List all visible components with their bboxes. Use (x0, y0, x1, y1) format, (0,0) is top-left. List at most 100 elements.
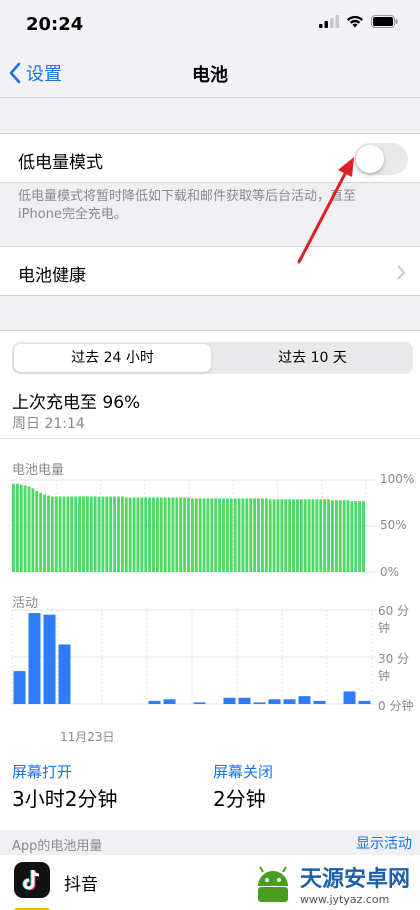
show-activity-button[interactable]: 显示活动 (356, 833, 412, 853)
activity-bar (358, 700, 371, 704)
battery-level-bar (82, 496, 85, 572)
battery-level-bar (214, 498, 218, 572)
wifi-icon (347, 15, 363, 28)
segment-10-days[interactable]: 过去 10 天 (214, 344, 411, 372)
activity-bar (163, 699, 176, 704)
battery-level-bar (144, 497, 148, 572)
battery-level-bar (222, 498, 225, 572)
page-title: 电池 (192, 65, 228, 86)
battery-level-chart (11, 479, 376, 573)
battery-level-bar (163, 497, 167, 572)
battery-level-bar (54, 496, 58, 572)
status-time: 20:24 (26, 14, 84, 35)
battery-level-bar (187, 497, 190, 572)
battery-level-bar (93, 496, 97, 572)
battery-level-bar (31, 488, 35, 572)
battery-level-bar (210, 498, 214, 572)
battery-level-bar (280, 499, 284, 572)
battery-level-bar (323, 499, 327, 572)
battery-level-bar (58, 496, 62, 572)
status-icons (319, 15, 398, 28)
activity-ytick: 0 分钟 (378, 699, 414, 713)
battery-level-bar (27, 486, 31, 572)
battery-health-label: 电池健康 (18, 266, 86, 286)
douyin-icon (14, 862, 50, 898)
battery-level-bar (124, 497, 128, 572)
battery-level-bar (319, 499, 323, 572)
watermark: 天源安卓网 www.jytyaz.com (252, 861, 410, 906)
activity-bar (43, 614, 56, 704)
segment-24-hours[interactable]: 过去 24 小时 (14, 344, 211, 372)
navigation-bar: 设置 电池 (0, 48, 420, 98)
toggle-knob (356, 145, 384, 173)
chevron-right-icon (397, 265, 405, 280)
battery-level-bar (159, 497, 163, 572)
app-name: 抖音 (64, 875, 98, 895)
battery-level-bar (117, 496, 120, 572)
battery-level-bar (62, 496, 66, 572)
battery-level-bar (140, 497, 144, 572)
watermark-url: www.jytyaz.com (299, 893, 390, 906)
battery-level-bar (225, 498, 229, 572)
battery-level-bar (152, 497, 155, 572)
app-battery-usage-header: App的电池用量 (12, 839, 103, 854)
battery-level-bar (167, 497, 171, 572)
activity-ytick: 30 分钟 (378, 652, 410, 683)
battery-level-bar (264, 498, 268, 572)
battery-level-bar (89, 496, 93, 572)
activity-bar (223, 697, 236, 704)
status-bar: 20:24 (0, 0, 420, 48)
activity-date-label: 11月23日 (60, 730, 115, 744)
low-power-mode-toggle[interactable] (354, 143, 408, 175)
battery-level-bar (50, 496, 54, 572)
activity-bar (193, 702, 206, 704)
battery-level-bar (237, 498, 241, 572)
battery-level-bar (47, 495, 50, 572)
battery-level-bar (292, 499, 295, 572)
last-charge-title: 上次充电至 96% (12, 393, 141, 413)
battery-level-bar (148, 497, 152, 572)
battery-level-bar (334, 500, 338, 572)
battery-level-bar (113, 496, 117, 572)
low-power-mode-label: 低电量模式 (18, 153, 103, 173)
battery-level-bar (303, 499, 307, 572)
battery-level-bar (136, 497, 140, 572)
battery-level-bar (74, 496, 78, 572)
battery-level-bar (338, 500, 342, 572)
low-power-mode-row: 低电量模式 (0, 133, 420, 183)
battery-level-bar (272, 499, 276, 572)
battery-level-bar (105, 496, 109, 572)
battery-level-bar (311, 499, 315, 572)
battery-level-bar (175, 497, 179, 572)
battery-level-bar (179, 497, 183, 572)
battery-health-row[interactable]: 电池健康 (0, 246, 420, 296)
battery-level-bar (70, 496, 74, 572)
battery-level-bar (350, 501, 354, 572)
battery-level-bar (346, 500, 350, 572)
battery-level-ytick: 0% (380, 565, 400, 579)
battery-level-bar (299, 499, 303, 572)
battery-level-bar (43, 494, 47, 572)
battery-level-bar (241, 498, 245, 572)
battery-level-bar (190, 498, 194, 572)
battery-level-bar (23, 485, 27, 572)
activity-bar (253, 702, 266, 704)
battery-level-bar (268, 499, 272, 572)
activity-bar (148, 700, 161, 704)
battery-level-bar (229, 498, 233, 572)
watermark-title: 天源安卓网 (299, 867, 410, 892)
battery-level-bar (260, 498, 264, 572)
battery-level-bar (183, 497, 187, 572)
activity-bar (283, 699, 296, 704)
battery-level-bar (206, 498, 210, 572)
battery-level-bar (362, 501, 365, 572)
screen-off-value: 2分钟 (213, 787, 266, 811)
battery-level-bar (342, 500, 346, 572)
activity-chart: 21时0时3时6时9时12时15时18时 (11, 609, 376, 705)
battery-level-bar (253, 498, 257, 572)
battery-level-bar (198, 498, 202, 572)
activity-bar (298, 696, 311, 704)
battery-level-bar (78, 496, 82, 572)
activity-bar (28, 613, 41, 704)
activity-bar (343, 691, 356, 704)
